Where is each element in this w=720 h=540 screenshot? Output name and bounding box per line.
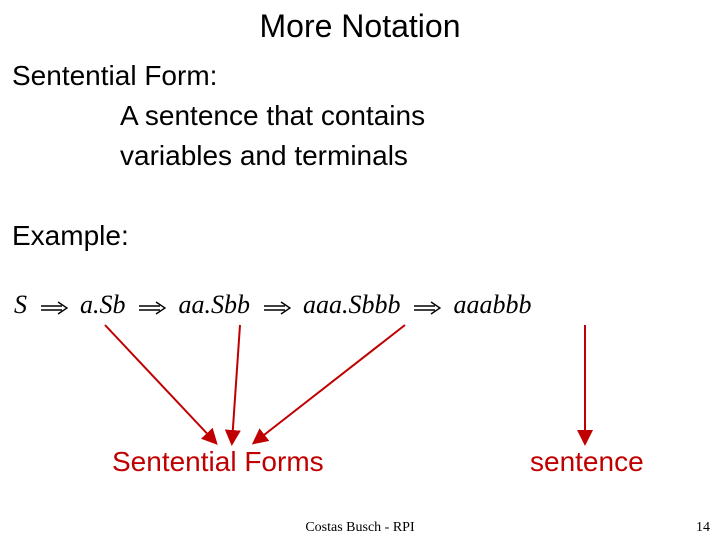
footer-author: Costas Busch - RPI: [0, 520, 720, 536]
definition-line-1: A sentence that contains: [120, 100, 425, 132]
footer-page-number: 14: [696, 520, 710, 536]
derivation-term-0: S: [14, 290, 27, 320]
example-heading: Example:: [12, 220, 129, 252]
page-title: More Notation: [0, 8, 720, 45]
definition-line-2: variables and terminals: [120, 140, 408, 172]
slide: More Notation Sentential Form: A sentenc…: [0, 0, 720, 540]
sentence-label: sentence: [530, 446, 644, 478]
sentential-forms-label: Sentential Forms: [112, 446, 324, 478]
double-arrow-icon: [263, 292, 291, 322]
derivation-term-3: aaa.Sbbb: [303, 290, 401, 320]
double-arrow-icon: [413, 292, 441, 322]
double-arrow-icon: [138, 292, 166, 322]
derivation-term-1: a.Sb: [80, 290, 126, 320]
derivation-line: S a.Sb aa.Sbb aaa.Sbbb aaabbb: [14, 290, 532, 322]
sentential-form-heading: Sentential Form:: [12, 60, 217, 92]
derivation-term-4: aaabbb: [454, 290, 532, 320]
derivation-term-2: aa.Sbb: [179, 290, 251, 320]
double-arrow-icon: [40, 292, 68, 322]
